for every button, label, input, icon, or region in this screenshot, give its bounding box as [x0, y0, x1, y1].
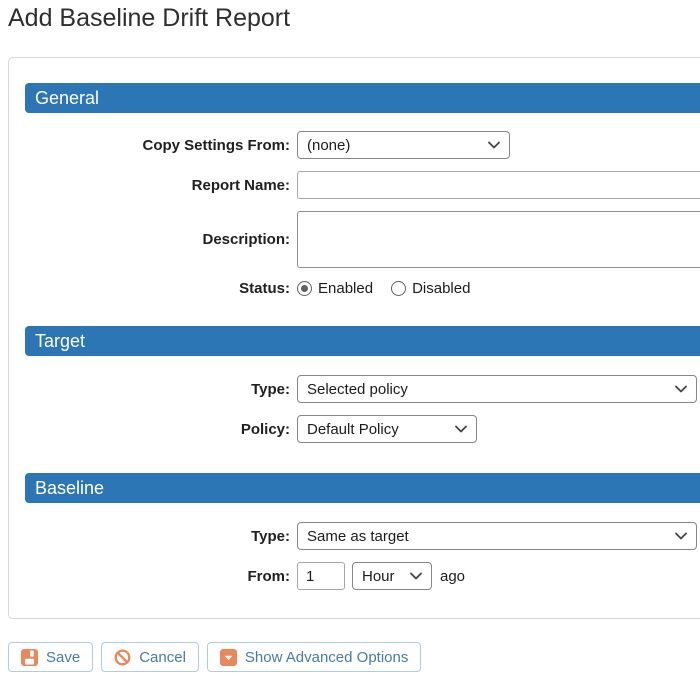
- section-title-baseline: Baseline: [35, 477, 105, 498]
- section-header-general: General: [25, 83, 700, 113]
- target-type-label: Type:: [251, 380, 290, 398]
- baseline-from-unit-select[interactable]: Hour: [352, 562, 432, 590]
- status-row: Status: Enabled Disabled: [25, 280, 700, 297]
- chevron-down-icon: [455, 425, 467, 433]
- target-policy-label: Policy:: [240, 420, 290, 438]
- form-panel: General Copy Settings From: (none) Repor…: [8, 57, 700, 619]
- chevron-down-icon: [675, 385, 687, 393]
- status-label: Status:: [239, 280, 290, 297]
- baseline-from-label: From:: [247, 567, 291, 585]
- save-icon: [21, 648, 38, 666]
- baseline-type-row: Type: Same as target: [25, 522, 700, 550]
- section-header-target: Target: [25, 326, 700, 356]
- baseline-from-suffix: ago: [440, 567, 466, 585]
- chevron-down-icon: [675, 532, 687, 540]
- cancel-button[interactable]: Cancel: [101, 642, 199, 672]
- section-title-general: General: [35, 87, 100, 108]
- target-policy-select[interactable]: Default Policy: [297, 415, 477, 443]
- description-textarea[interactable]: [297, 211, 700, 268]
- page-title: Add Baseline Drift Report: [8, 4, 291, 32]
- radio-enabled-icon: [297, 281, 312, 296]
- baseline-type-label: Type:: [251, 527, 290, 545]
- cancel-button-label: Cancel: [139, 648, 186, 666]
- target-type-select[interactable]: Selected policy: [297, 375, 697, 403]
- target-policy-row: Policy: Default Policy: [25, 415, 700, 443]
- target-type-row: Type: Selected policy: [25, 375, 700, 403]
- description-row: Description:: [25, 211, 700, 268]
- target-type-selected-value: Selected policy: [307, 380, 408, 398]
- baseline-from-value-input[interactable]: [297, 562, 345, 590]
- description-label: Description:: [202, 231, 290, 248]
- status-radio-enabled[interactable]: Enabled: [297, 280, 373, 297]
- copy-settings-select[interactable]: (none): [297, 131, 510, 159]
- copy-settings-row: Copy Settings From: (none): [25, 131, 700, 159]
- show-advanced-options-label: Show Advanced Options: [244, 648, 409, 666]
- chevron-down-icon: [410, 572, 422, 580]
- report-name-input[interactable]: [297, 171, 700, 199]
- save-button[interactable]: Save: [8, 642, 94, 672]
- copy-settings-label: Copy Settings From:: [142, 136, 290, 154]
- report-name-label: Report Name:: [191, 176, 290, 194]
- show-advanced-options-button[interactable]: Show Advanced Options: [206, 642, 422, 672]
- status-radio-disabled[interactable]: Disabled: [391, 280, 470, 297]
- button-bar: Save Cancel Show Advanced Options: [8, 642, 700, 672]
- target-policy-selected-value: Default Policy: [307, 420, 399, 438]
- section-header-baseline: Baseline: [25, 473, 700, 503]
- caret-down-square-icon: [219, 648, 237, 666]
- copy-settings-selected-value: (none): [307, 136, 351, 154]
- radio-disabled-icon: [391, 281, 407, 296]
- baseline-type-select[interactable]: Same as target: [297, 522, 697, 550]
- chevron-down-icon: [488, 141, 500, 149]
- section-title-target: Target: [35, 330, 86, 351]
- radio-enabled-label: Enabled: [318, 280, 374, 297]
- baseline-from-row: From: Hour ago: [25, 562, 700, 590]
- baseline-type-selected-value: Same as target: [307, 527, 409, 545]
- radio-disabled-label: Disabled: [412, 280, 471, 297]
- cancel-icon: [114, 649, 131, 665]
- report-name-row: Report Name:: [25, 171, 700, 199]
- save-button-label: Save: [46, 648, 81, 666]
- baseline-from-unit-selected-value: Hour: [362, 567, 395, 585]
